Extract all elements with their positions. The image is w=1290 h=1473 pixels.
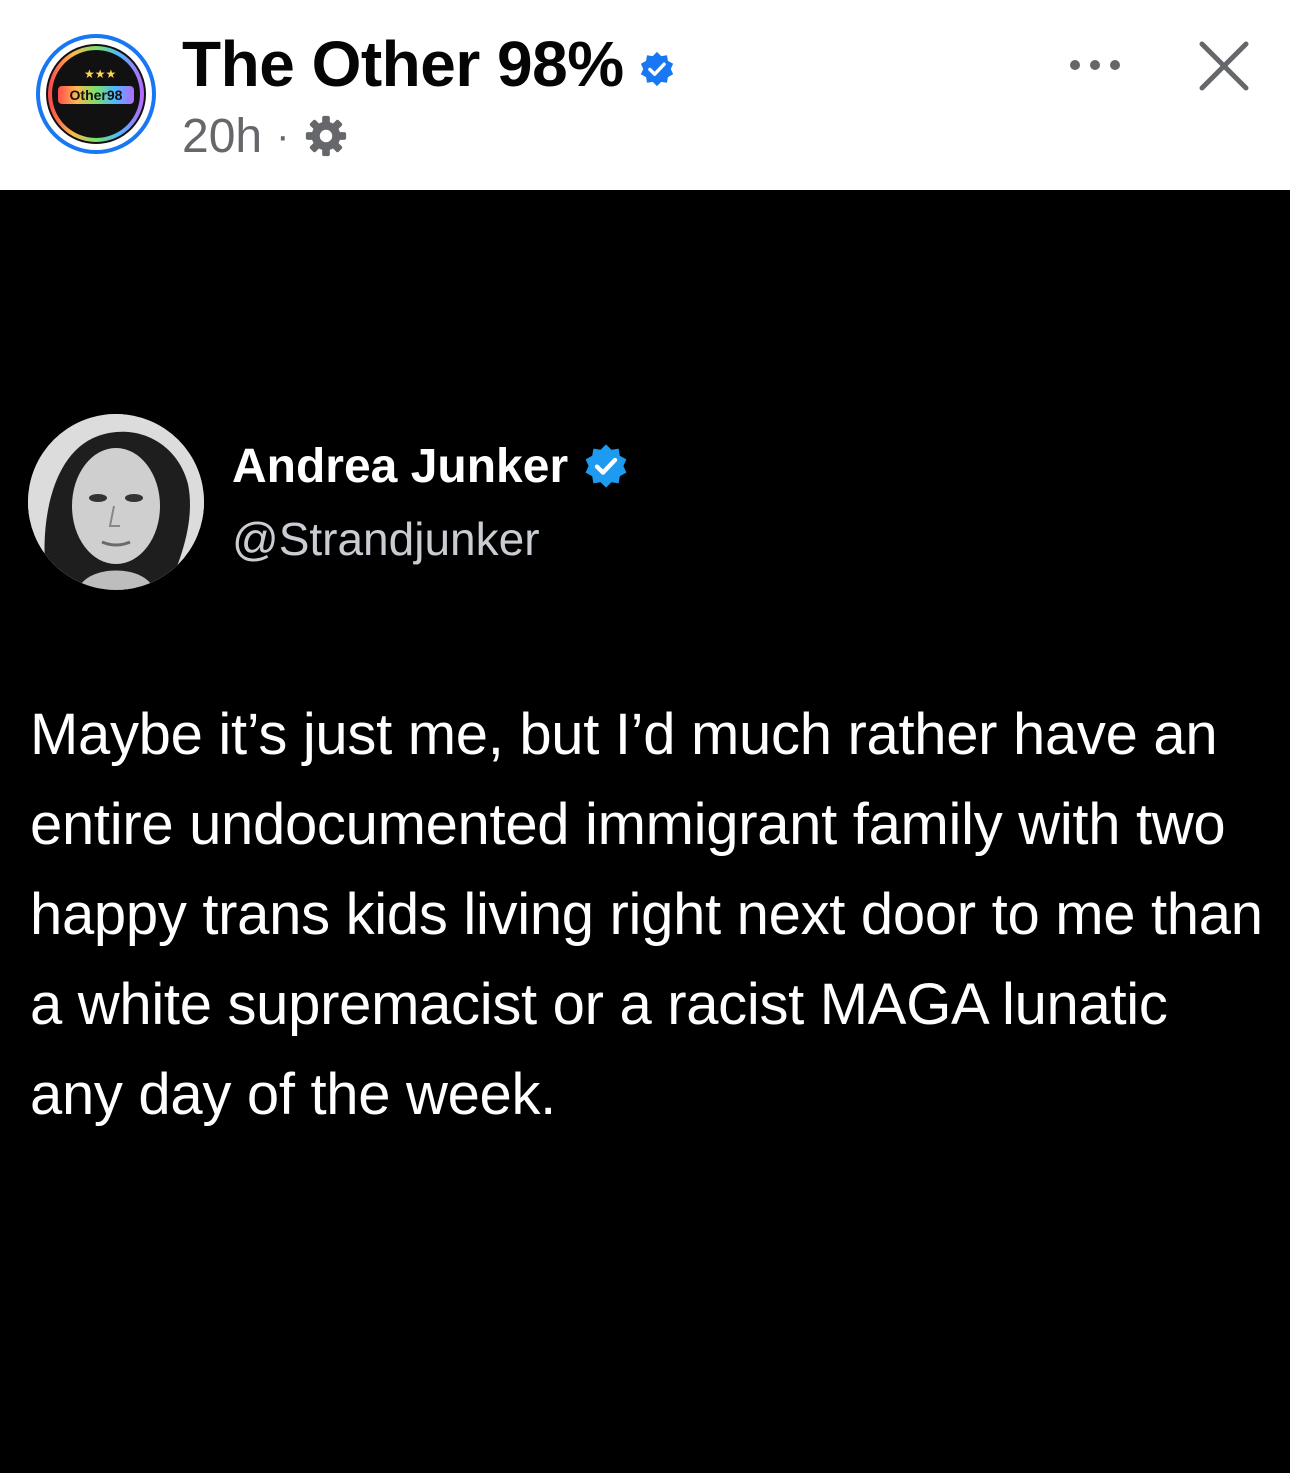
page-name-row: The Other 98% bbox=[182, 28, 676, 100]
verified-badge-icon bbox=[640, 51, 673, 87]
post-timestamp[interactable]: 20h bbox=[182, 109, 262, 164]
tweet-author-name: Andrea Junker bbox=[232, 439, 569, 493]
verified-badge-icon bbox=[585, 444, 627, 488]
post-meta: 20h · bbox=[182, 106, 349, 166]
close-icon bbox=[1199, 41, 1249, 91]
tweet-text: Maybe it’s just me, but I’d much rather … bbox=[30, 702, 1263, 1127]
svg-text:★★★: ★★★ bbox=[84, 67, 116, 81]
page-logo: ★★★ Other98 bbox=[46, 44, 146, 144]
tweet-author-avatar bbox=[28, 414, 204, 590]
close-button[interactable] bbox=[1192, 34, 1256, 98]
tweet-author-handle: @Strandjunker bbox=[232, 513, 540, 565]
tweet-author-row: Andrea Junker bbox=[232, 436, 630, 496]
more-options-icon bbox=[1070, 60, 1120, 70]
more-options-button[interactable] bbox=[1060, 40, 1130, 90]
meta-separator: · bbox=[276, 113, 290, 158]
page-avatar[interactable]: ★★★ Other98 bbox=[36, 34, 156, 154]
gear-icon[interactable] bbox=[303, 113, 349, 159]
page-name[interactable]: The Other 98% bbox=[182, 27, 624, 101]
page-logo-text: Other98 bbox=[70, 87, 123, 103]
post-header: ★★★ Other98 The Other 98% 20h · bbox=[0, 0, 1290, 190]
